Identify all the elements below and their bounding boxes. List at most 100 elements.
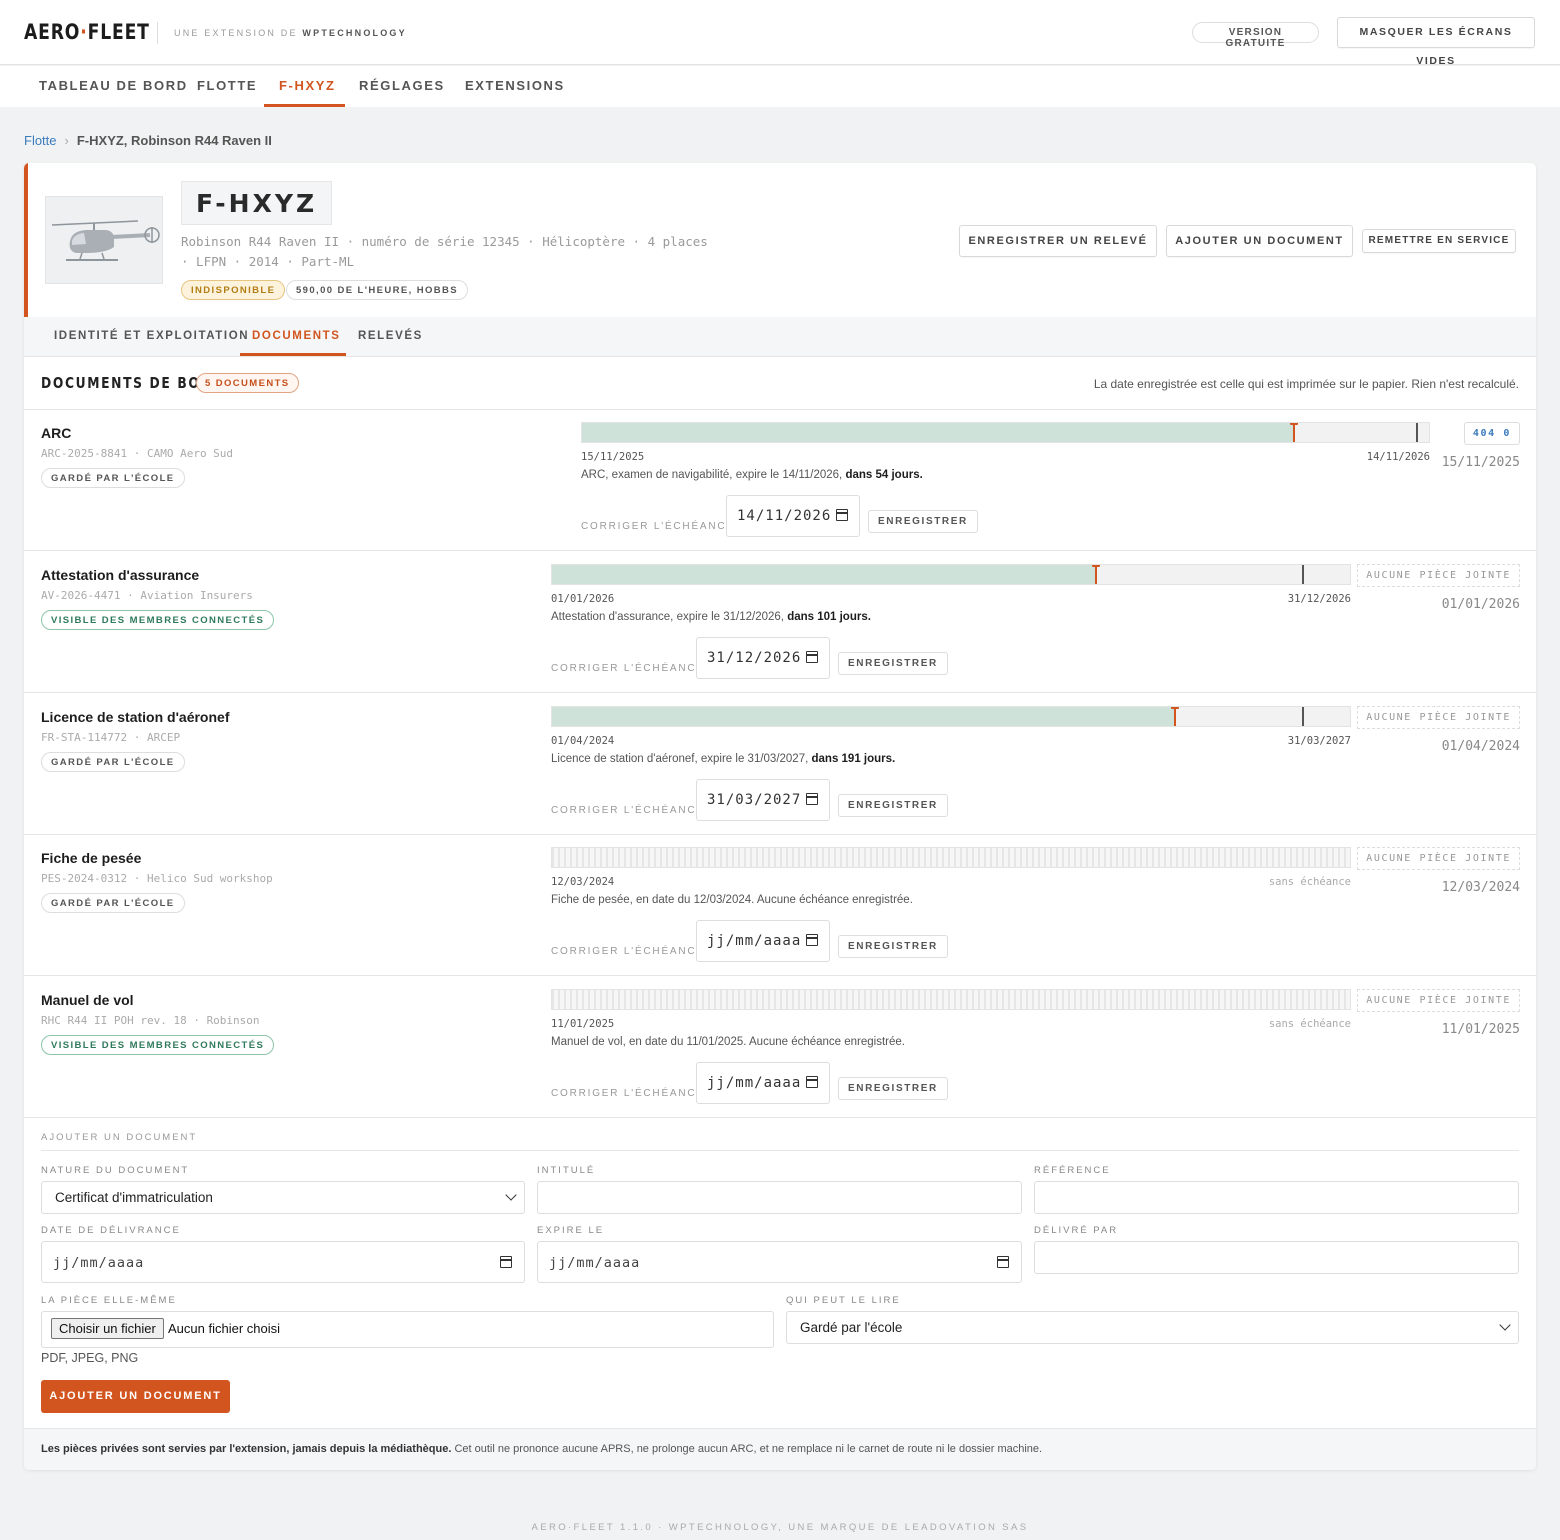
choose-file-button[interactable]: Choisir un fichier: [51, 1318, 164, 1339]
document-date: 01/04/2024: [1441, 739, 1520, 754]
document-status-text: Licence de station d'aéronef, expire le …: [551, 753, 896, 765]
aircraft-thumbnail: [45, 196, 163, 284]
expires-date-input[interactable]: jj/mm/aaaa: [537, 1241, 1022, 1283]
subtab-readings[interactable]: RELEVÉS: [358, 330, 423, 342]
save-deadline-button[interactable]: ENREGISTRER: [838, 794, 948, 817]
aircraft-card: F-HXYZ Robinson R44 Raven II · numéro de…: [24, 163, 1536, 1470]
subtab-identity[interactable]: IDENTITÉ ET EXPLOITATION: [54, 330, 249, 342]
no-attachment-label: AUCUNE PIÈCE JOINTE: [1357, 989, 1520, 1012]
fix-deadline-label: CORRIGER L'ÉCHÉANCE: [551, 805, 705, 816]
end-date: 14/11/2026: [1366, 451, 1430, 463]
fix-deadline-label: CORRIGER L'ÉCHÉANCE: [551, 946, 705, 957]
documents-count-badge: 5 DOCUMENTS: [196, 373, 299, 393]
nav-tab-dashboard[interactable]: TABLEAU DE BORD: [39, 78, 188, 93]
expires-label: EXPIRE LE: [537, 1225, 605, 1236]
save-deadline-button[interactable]: ENREGISTRER: [838, 1077, 948, 1100]
calendar-icon[interactable]: [806, 1076, 818, 1088]
aircraft-meta-line-2: · LFPN · 2014 · Part-ML: [181, 254, 355, 269]
document-reference: FR-STA-114772 · ARCEP: [41, 731, 181, 744]
deadline-date-input[interactable]: 31/03/2027: [696, 779, 830, 821]
document-reference: RHC R44 II POH rev. 18 · Robinson: [41, 1014, 260, 1027]
helicopter-icon: [51, 220, 160, 261]
document-row: Fiche de pesée PES-2024-0312 · Helico Sud…: [24, 834, 1536, 976]
documents-header: DOCUMENTS DE BORD 5 DOCUMENTS La date en…: [24, 358, 1536, 410]
nature-select[interactable]: Certificat d'immatriculation: [41, 1181, 525, 1214]
calendar-icon[interactable]: [806, 793, 818, 805]
end-date: sans échéance: [1268, 1018, 1351, 1030]
breadcrumb: Flotte › F-HXYZ, Robinson R44 Raven II: [24, 133, 272, 148]
subtab-documents[interactable]: DOCUMENTS: [252, 330, 341, 342]
file-input[interactable]: Choisir un fichier Aucun fichier choisi: [41, 1311, 774, 1348]
status-accent-bar: [24, 163, 28, 317]
visibility-chip: VISIBLE DES MEMBRES CONNECTÉS: [41, 1035, 275, 1055]
chevron-down-icon: [1499, 1319, 1511, 1331]
document-date: 12/03/2024: [1441, 880, 1520, 895]
file-label: LA PIÈCE ELLE-MÊME: [41, 1295, 177, 1306]
document-status-text: Attestation d'assurance, expire le 31/12…: [551, 611, 871, 623]
calendar-icon[interactable]: [500, 1256, 512, 1268]
title-input[interactable]: [537, 1181, 1022, 1214]
return-to-service-button[interactable]: REMETTRE EN SERVICE: [1362, 229, 1516, 253]
save-deadline-button[interactable]: ENREGISTRER: [838, 935, 948, 958]
subtab-active-indicator: [240, 353, 346, 356]
calendar-icon[interactable]: [806, 651, 818, 663]
validity-bar-fill: [552, 565, 1095, 584]
breadcrumb-current: F-HXYZ, Robinson R44 Raven II: [76, 133, 272, 148]
visibility-select[interactable]: Gardé par l'école: [786, 1311, 1519, 1344]
hide-empty-screens-button[interactable]: MASQUER LES ÉCRANS VIDES: [1337, 17, 1535, 67]
add-document-submit-button[interactable]: AJOUTER UN DOCUMENT: [41, 1380, 230, 1413]
calendar-icon[interactable]: [997, 1256, 1009, 1268]
document-status-text: ARC, examen de navigabilité, expire le 1…: [581, 469, 923, 481]
no-attachment-label: AUCUNE PIÈCE JOINTE: [1357, 706, 1520, 729]
nav-tab-aircraft[interactable]: F-HXYZ: [279, 78, 336, 93]
add-form-divider: [41, 1150, 1519, 1151]
deadline-date-input[interactable]: 31/12/2026: [696, 637, 830, 679]
tagline: UNE EXTENSION DE WPTECHNOLOGY: [174, 28, 407, 38]
issue-date-input[interactable]: jj/mm/aaaa: [41, 1241, 525, 1283]
nature-label: NATURE DU DOCUMENT: [41, 1165, 190, 1176]
aircraft-registration: F-HXYZ: [181, 181, 333, 225]
attachment-link[interactable]: 404 0: [1463, 422, 1520, 445]
document-row: Licence de station d'aéronef FR-STA-11477…: [24, 693, 1536, 835]
page-footer: AERO·FLEET 1.1.0 · WPTECHNOLOGY, UNE MAR…: [531, 1522, 1029, 1533]
breadcrumb-separator: ›: [64, 133, 69, 148]
visibility-chip: GARDÉ PAR L'ÉCOLE: [41, 468, 185, 488]
calendar-icon[interactable]: [806, 934, 818, 946]
breadcrumb-fleet-link[interactable]: Flotte: [24, 133, 57, 148]
main-nav: TABLEAU DE BORD FLOTTE F-HXYZ RÉGLAGES E…: [0, 66, 1560, 107]
rate-badge: 590,00 DE L'HEURE, HOBBS: [286, 280, 469, 300]
issuer-input[interactable]: [1034, 1241, 1519, 1274]
document-name: Licence de station d'aéronef: [41, 709, 230, 725]
add-document-header-button[interactable]: AJOUTER UN DOCUMENT: [1166, 225, 1353, 257]
save-deadline-button[interactable]: ENREGISTRER: [838, 652, 948, 675]
document-date: 01/01/2026: [1441, 597, 1520, 612]
calendar-icon[interactable]: [836, 509, 848, 521]
top-bar: AERO·FLEET UNE EXTENSION DE WPTECHNOLOGY…: [0, 0, 1560, 67]
document-row: Manuel de vol RHC R44 II POH rev. 18 · Ro…: [24, 976, 1536, 1118]
deadline-date-input[interactable]: 14/11/2026: [726, 495, 860, 537]
deadline-date-input[interactable]: jj/mm/aaaa: [696, 1062, 830, 1104]
save-deadline-button[interactable]: ENREGISTRER: [868, 510, 978, 533]
validity-bar: [581, 422, 1430, 443]
nav-tab-extensions[interactable]: EXTENSIONS: [465, 78, 565, 93]
nav-tab-fleet[interactable]: FLOTTE: [197, 78, 257, 93]
aircraft-meta-line-1: Robinson R44 Raven II · numéro de série …: [181, 234, 708, 249]
logo[interactable]: AERO·FLEET: [24, 20, 150, 44]
documents-note: La date enregistrée est celle qui est im…: [1093, 377, 1519, 391]
document-date: 15/11/2025: [1441, 455, 1520, 470]
deadline-date-input[interactable]: jj/mm/aaaa: [696, 920, 830, 962]
today-marker: [1290, 423, 1299, 442]
reference-label: RÉFÉRENCE: [1034, 1165, 1111, 1176]
status-badge: INDISPONIBLE: [181, 280, 286, 300]
version-badge[interactable]: VERSION GRATUITE: [1192, 22, 1319, 49]
reference-input[interactable]: [1034, 1181, 1519, 1214]
validity-bar: [551, 847, 1351, 868]
validity-bar: [551, 706, 1351, 727]
title-label: INTITULÉ: [537, 1165, 596, 1176]
end-date: 31/12/2026: [1287, 593, 1351, 605]
nav-tab-settings[interactable]: RÉGLAGES: [359, 78, 445, 93]
validity-bar-fill: [582, 423, 1294, 442]
end-date: 31/03/2027: [1287, 735, 1351, 747]
record-reading-button[interactable]: ENREGISTRER UN RELEVÉ: [959, 225, 1157, 257]
today-marker: [1091, 565, 1100, 584]
